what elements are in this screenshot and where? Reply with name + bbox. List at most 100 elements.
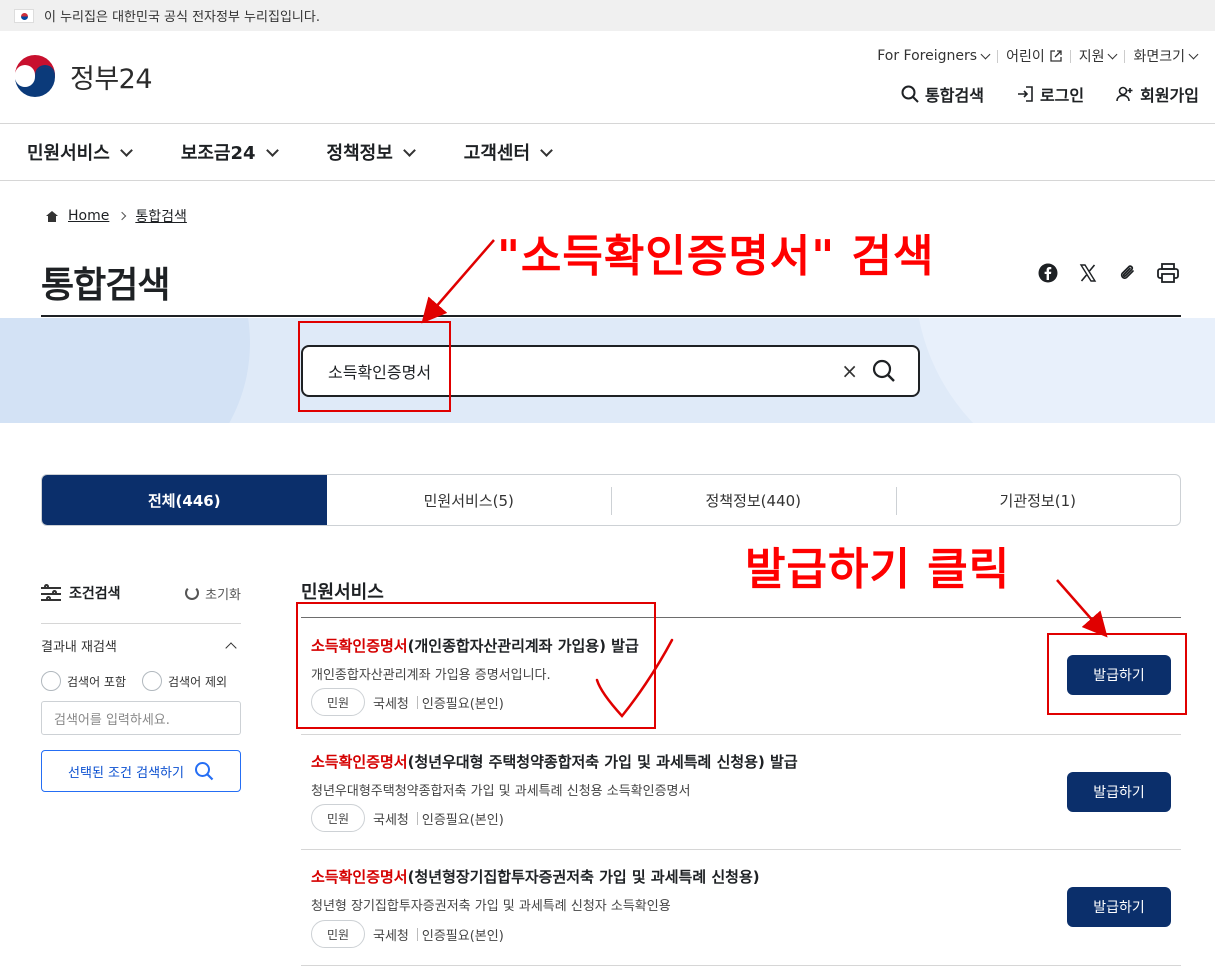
result-title[interactable]: 소득확인증명서(청년우대형 주택청약종합저축 가입 및 과세특례 신청용) 발급 — [311, 751, 798, 772]
integrated-search-label: 통합검색 — [925, 86, 984, 105]
result-title-highlight: 소득확인증명서 — [311, 868, 408, 886]
auth-label: 인증필요(본인) — [421, 812, 504, 828]
annotation-box-result — [296, 602, 656, 729]
apply-filter-label: 선택된 조건 검색하기 — [68, 765, 184, 781]
chevron-down-icon — [265, 143, 279, 157]
gnb-item-subsidy[interactable]: 보조금24 — [180, 139, 279, 165]
issue-button[interactable]: 발급하기 — [1067, 887, 1171, 927]
support-menu[interactable]: 지원 — [1071, 46, 1125, 66]
result-title-highlight: 소득확인증명서 — [311, 753, 408, 771]
share-tools — [1037, 262, 1179, 284]
kids-label: 어린이 — [1006, 49, 1045, 65]
gnb-item-policy[interactable]: 정책정보 — [326, 139, 416, 165]
logo-text: 정부24 — [70, 63, 153, 95]
external-link-icon — [1050, 50, 1062, 62]
site-header: 정부24 For Foreigners 어린이 지원 화면크기 통합검색 로그인… — [0, 31, 1215, 124]
refine-keyword-input[interactable]: 검색어를 입력하세요. — [41, 701, 241, 735]
divider — [41, 623, 241, 624]
chevron-down-icon — [402, 143, 416, 157]
result-title-rest: (청년우대형 주택청약종합저축 가입 및 과세특례 신청용) 발급 — [407, 753, 798, 771]
result-item: 소득확인증명서(청년우대형 주택청약종합저축 가입 및 과세특례 신청용) 발급… — [301, 735, 1181, 850]
main-links: 통합검색 로그인 회원가입 — [901, 82, 1199, 106]
signup-label: 회원가입 — [1140, 86, 1199, 105]
result-title[interactable]: 소득확인증명서(청년형장기집합투자증권저축 가입 및 과세특례 신청용) — [311, 866, 760, 887]
include-keyword-radio[interactable]: 검색어 포함 — [41, 671, 126, 691]
arrow-to-search — [421, 239, 495, 324]
support-label: 지원 — [1078, 49, 1105, 65]
result-description: 청년형 장기집합투자증권저축 가입 및 과세특례 신청자 소득확인용 — [311, 899, 671, 914]
result-meta: 민원 국세청 인증필요(본인) — [311, 804, 504, 832]
annotation-box-button — [1047, 633, 1187, 715]
chevron-up-icon — [225, 641, 237, 654]
tab-all[interactable]: 전체(446) — [42, 475, 327, 525]
annotation-box-search — [298, 321, 451, 412]
font-size-label: 화면크기 — [1133, 49, 1185, 65]
paperclip-icon[interactable] — [1117, 262, 1139, 284]
tab-civil-service[interactable]: 민원서비스(5) — [327, 475, 612, 525]
tab-institution[interactable]: 기관정보(1) — [895, 475, 1181, 525]
breadcrumb-home[interactable]: Home — [68, 208, 109, 224]
breadcrumb: Home 통합검색 — [46, 206, 187, 226]
chevron-right-icon — [118, 211, 127, 221]
facebook-icon[interactable] — [1037, 262, 1059, 284]
site-logo[interactable]: 정부24 — [12, 53, 153, 99]
korea-flag-icon — [14, 8, 34, 23]
gnb-label: 보조금24 — [180, 143, 256, 164]
search-icon[interactable] — [872, 359, 896, 387]
login-icon — [1017, 86, 1033, 102]
refresh-icon — [185, 586, 200, 600]
refine-keyword-placeholder: 검색어를 입력하세요. — [54, 712, 170, 728]
tab-policy[interactable]: 정책정보(440) — [611, 475, 896, 525]
gov-banner-text: 이 누리집은 대한민국 공식 전자정부 누리집입니다. — [44, 10, 320, 25]
exclude-keyword-radio[interactable]: 검색어 제외 — [142, 671, 227, 691]
login-label: 로그인 — [1039, 86, 1085, 105]
clear-icon[interactable]: × — [841, 359, 858, 383]
page-title: 통합검색 — [41, 265, 170, 306]
refine-search-toggle[interactable]: 결과내 재검색 — [41, 636, 241, 655]
main-nav: 민원서비스 보조금24 정책정보 고객센터 — [0, 124, 1215, 181]
signup-link[interactable]: 회원가입 — [1116, 82, 1199, 106]
search-icon — [194, 762, 214, 781]
gnb-label: 정책정보 — [326, 143, 393, 164]
kids-link[interactable]: 어린이 — [998, 46, 1070, 66]
user-plus-icon — [1116, 86, 1133, 102]
title-divider — [41, 315, 1181, 317]
annotation-click-note: 발급하기 클릭 — [745, 544, 1011, 595]
gnb-item-civil-service[interactable]: 민원서비스 — [27, 139, 133, 165]
reset-button[interactable]: 초기화 — [185, 584, 241, 603]
chevron-down-icon — [1188, 49, 1199, 59]
taegeuk-logo-icon — [12, 53, 58, 99]
result-tabs: 전체(446) 민원서비스(5) 정책정보(440) 기관정보(1) — [41, 474, 1181, 526]
gnb-label: 고객센터 — [463, 143, 531, 164]
result-meta: 민원 국세청 인증필요(본인) — [311, 920, 504, 948]
gnb-item-customer-center[interactable]: 고객센터 — [463, 139, 553, 165]
gov-banner: 이 누리집은 대한민국 공식 전자정부 누리집입니다. — [0, 0, 1215, 31]
home-icon — [46, 210, 58, 222]
agency-label: 국세청 — [373, 812, 409, 828]
login-link[interactable]: 로그인 — [1016, 82, 1084, 106]
search-icon — [901, 85, 919, 103]
for-foreigners-menu[interactable]: For Foreigners — [869, 48, 997, 64]
category-badge: 민원 — [311, 920, 365, 948]
font-size-menu[interactable]: 화면크기 — [1125, 46, 1205, 66]
filter-title: 조건검색 — [69, 586, 121, 602]
x-twitter-icon[interactable] — [1077, 262, 1099, 284]
divider — [416, 811, 418, 825]
category-badge: 민원 — [311, 804, 365, 832]
issue-button[interactable]: 발급하기 — [1067, 772, 1171, 812]
filter-icon — [41, 584, 61, 601]
annotation-search-note: "소득확인증명서" 검색 — [497, 231, 935, 282]
breadcrumb-current[interactable]: 통합검색 — [135, 206, 187, 226]
result-description: 청년우대형주택청약종합저축 가입 및 과세특례 신청용 소득확인증명서 — [311, 784, 691, 799]
exclude-keyword-label: 검색어 제외 — [168, 674, 228, 689]
apply-filter-button[interactable]: 선택된 조건 검색하기 — [41, 750, 241, 792]
agency-label: 국세청 — [373, 928, 409, 944]
chevron-down-icon — [540, 143, 553, 157]
result-item: 소득확인증명서(청년형장기집합투자증권저축 가입 및 과세특례 신청용) 청년형… — [301, 850, 1181, 966]
integrated-search-link[interactable]: 통합검색 — [901, 82, 984, 106]
utility-nav: For Foreigners 어린이 지원 화면크기 — [869, 46, 1205, 66]
print-icon[interactable] — [1157, 262, 1179, 284]
refine-search-label: 결과내 재검색 — [41, 640, 117, 655]
include-keyword-label: 검색어 포함 — [67, 674, 127, 689]
auth-label: 인증필요(본인) — [421, 928, 504, 944]
